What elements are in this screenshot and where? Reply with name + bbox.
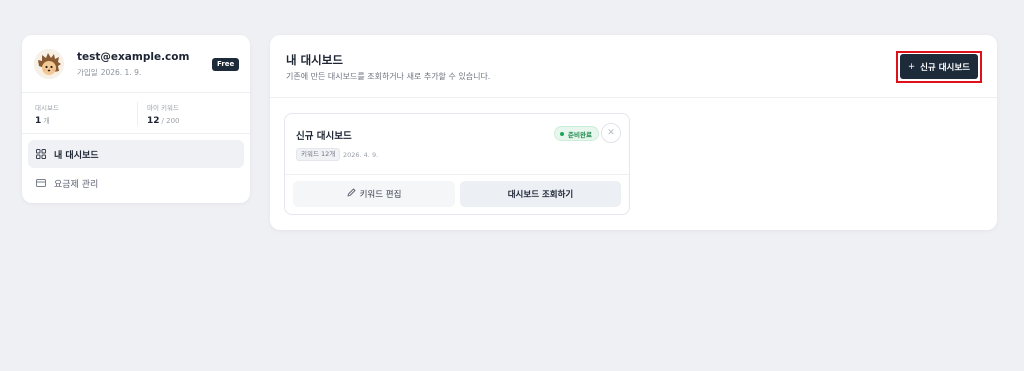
stat-dashboards-label: 대시보드 <box>35 104 59 112</box>
main-panel: 내 대시보드 기존에 만든 대시보드를 조회하거나 새로 추가할 수 있습니다.… <box>270 35 997 230</box>
stat-keywords-limit: / 200 <box>161 117 180 125</box>
profile-card: test@example.com 가입일 2026. 1. 9. Free 대시보… <box>22 35 250 203</box>
keyword-count-tag: 키워드 12개 <box>296 148 341 161</box>
plus-icon: + <box>907 61 916 72</box>
joined-label: 가입일 <box>77 68 98 77</box>
sidebar-item-my-dashboard[interactable]: 내 대시보드 <box>28 140 244 168</box>
profile-header: test@example.com 가입일 2026. 1. 9. Free <box>22 35 250 93</box>
status-dot-icon <box>560 131 564 136</box>
plan-badge: Free <box>212 58 240 71</box>
user-email: test@example.com <box>77 51 190 63</box>
sidebar-item-billing[interactable]: 요금제 관리 <box>28 169 244 197</box>
joined-date: 가입일 2026. 1. 9. <box>77 67 141 78</box>
grid-icon <box>36 149 46 159</box>
hedgehog-avatar-icon <box>34 49 64 79</box>
stat-keywords-label: 마이 키워드 <box>147 104 179 112</box>
dashboard-card: 신규 대시보드 준비완료 ✕ 키워드 12개 2026. 4. 9. 키워드 편… <box>284 113 630 215</box>
sidebar-item-label: 내 대시보드 <box>54 150 99 161</box>
status-label: 준비완료 <box>568 130 592 139</box>
main-header: 내 대시보드 기존에 만든 대시보드를 조회하거나 새로 추가할 수 있습니다.… <box>270 35 997 98</box>
dashboard-name: 신규 대시보드 <box>296 131 352 142</box>
stat-dashboards-unit: 개 <box>43 117 50 125</box>
delete-dashboard-button[interactable]: ✕ <box>601 123 621 143</box>
pencil-icon <box>347 188 356 200</box>
view-dashboard-label: 대시보드 조회하기 <box>507 190 574 200</box>
page-subtitle: 기존에 만든 대시보드를 조회하거나 새로 추가할 수 있습니다. <box>286 72 491 81</box>
close-icon: ✕ <box>607 128 615 138</box>
status-badge: 준비완료 <box>554 126 599 141</box>
divider <box>285 174 629 175</box>
stats-divider <box>137 102 138 126</box>
stats-row: 대시보드 1개 마이 키워드 12/ 200 <box>22 93 250 134</box>
new-dashboard-label: 신규 대시보드 <box>920 62 970 73</box>
edit-keywords-label: 키워드 편집 <box>359 190 402 200</box>
stat-dashboards: 대시보드 1개 <box>35 102 59 126</box>
sidebar-item-label: 요금제 관리 <box>54 179 99 190</box>
billing-icon <box>36 178 46 188</box>
view-dashboard-button[interactable]: 대시보드 조회하기 <box>460 181 621 207</box>
avatar <box>34 49 64 79</box>
stat-dashboards-value: 1 <box>35 116 42 126</box>
new-dashboard-button[interactable]: + 신규 대시보드 <box>900 54 978 79</box>
page-title: 내 대시보드 <box>286 53 343 67</box>
dashboard-date: 2026. 4. 9. <box>343 151 379 159</box>
stat-keywords: 마이 키워드 12/ 200 <box>147 102 179 126</box>
edit-keywords-button[interactable]: 키워드 편집 <box>293 181 455 207</box>
stat-keywords-value: 12 <box>147 116 160 126</box>
joined-date-value: 2026. 1. 9. <box>100 68 142 77</box>
